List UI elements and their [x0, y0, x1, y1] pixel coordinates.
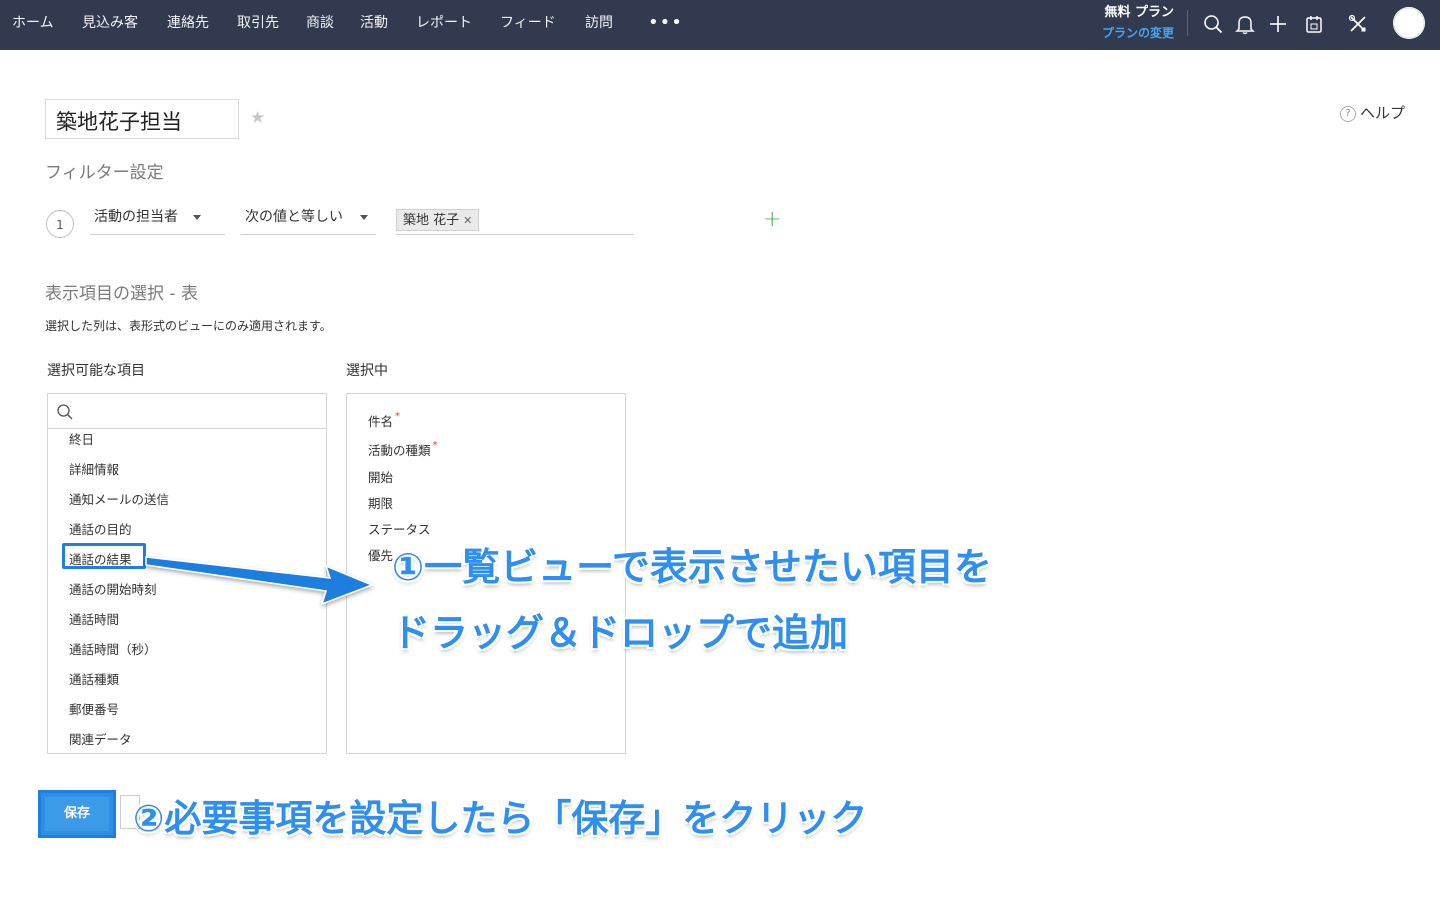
available-item-call-purpose[interactable]: 通話の目的 [69, 519, 132, 538]
nav-contacts[interactable]: 連絡先 [167, 0, 209, 50]
available-item-call-duration[interactable]: 通話時間 [69, 609, 119, 628]
available-item-postal-code[interactable]: 郵便番号 [69, 699, 119, 718]
value-chip: 築地 花子 ✕ [396, 209, 480, 231]
value-chip-label: 築地 花子 [403, 213, 460, 228]
columns-note: 選択した列は、表形式のビューにのみ適用されます。 [45, 319, 332, 333]
required-marker: * [395, 411, 401, 422]
selected-item-due[interactable]: 期限 [368, 493, 393, 512]
annotation-step1-line2: ドラッグ＆ドロップで追加 [392, 611, 849, 655]
change-plan-link[interactable]: プランの変更 [1094, 22, 1174, 44]
remove-chip-icon[interactable]: ✕ [463, 214, 472, 227]
available-item-call-duration-seconds[interactable]: 通話時間（秒） [69, 639, 157, 658]
nav-home[interactable]: ホーム [12, 0, 54, 50]
selected-item-subject[interactable]: 件名 * [368, 411, 400, 430]
selected-item-activity-type[interactable]: 活動の種類 * [368, 440, 438, 459]
column-search-input[interactable] [48, 394, 326, 429]
save-button-label: 保存 [45, 797, 109, 831]
help-icon: ? [1340, 105, 1356, 122]
nav-leads[interactable]: 見込み客 [82, 0, 138, 50]
selected-item-label: ステータス [368, 522, 431, 537]
view-name-input[interactable]: 築地花子担当 [45, 99, 239, 139]
selected-item-label: 開始 [368, 470, 394, 485]
required-marker: * [432, 440, 438, 451]
criteria-operator-select[interactable]: 次の値と等しい [241, 205, 376, 235]
criteria-operator-value: 次の値と等しい [245, 209, 343, 225]
nav-feeds[interactable]: フィード [500, 0, 556, 50]
available-item-related-data[interactable]: 関連データ [69, 729, 132, 748]
arrow-icon [145, 556, 375, 606]
plus-icon[interactable] [1267, 13, 1289, 35]
selected-item-label: 活動の種類 [368, 443, 431, 458]
plan-block: 無料 プラン プランの変更 [1094, 4, 1174, 44]
selected-item-label: 件名 [368, 414, 394, 429]
add-criteria-plus-icon[interactable]: + [763, 207, 781, 232]
nav-deals[interactable]: 商談 [306, 0, 334, 50]
chevron-down-icon [360, 215, 368, 220]
help-link[interactable]: ? ヘルプ [1340, 102, 1405, 123]
available-item-send-notification[interactable]: 通知メールの送信 [69, 489, 169, 508]
selected-item-start[interactable]: 開始 [368, 467, 393, 486]
criteria-number: 1 [46, 210, 74, 238]
save-button[interactable]: 保存 [38, 790, 116, 838]
bell-icon[interactable] [1234, 13, 1256, 35]
filter-section-title: フィルター設定 [45, 163, 164, 183]
calendar-icon[interactable] [1303, 13, 1325, 35]
highlight-box [62, 543, 146, 569]
search-icon [57, 404, 73, 420]
available-columns-title: 選択可能な項目 [47, 363, 145, 379]
help-label: ヘルプ [1360, 104, 1406, 122]
user-avatar[interactable] [1393, 7, 1425, 39]
criteria-field-value: 活動の担当者 [94, 209, 178, 225]
star-icon[interactable]: ★ [250, 108, 265, 128]
annotation-step1-line1: ①一覧ビューで表示させたい項目を [392, 545, 992, 589]
columns-section-title: 表示項目の選択 - 表 [45, 284, 198, 304]
selected-columns-title: 選択中 [346, 363, 388, 379]
available-item-description[interactable]: 詳細情報 [69, 459, 119, 478]
annotation-step2: ②必要事項を設定したら「保存」をクリック [133, 797, 868, 840]
selected-item-label: 期限 [368, 496, 394, 511]
available-item-all-day[interactable]: 終日 [69, 429, 94, 448]
top-navigation: ホーム 見込み客 連絡先 取引先 商談 活動 レポート フィード 訪問 ••• … [0, 0, 1440, 50]
criteria-value-field[interactable]: 築地 花子 ✕ [396, 205, 634, 235]
nav-divider [1187, 10, 1188, 36]
search-icon[interactable] [1202, 13, 1224, 35]
nav-more-button[interactable]: ••• [648, 12, 683, 33]
criteria-field-select[interactable]: 活動の担当者 [90, 205, 225, 235]
nav-reports[interactable]: レポート [416, 0, 472, 50]
tools-icon[interactable] [1347, 13, 1369, 35]
nav-accounts[interactable]: 取引先 [237, 0, 279, 50]
nav-activities[interactable]: 活動 [360, 0, 388, 50]
chevron-down-icon [193, 215, 201, 220]
plan-label: 無料 プラン [1104, 5, 1174, 20]
available-item-call-type[interactable]: 通話種類 [69, 669, 119, 688]
nav-visits[interactable]: 訪問 [585, 0, 613, 50]
